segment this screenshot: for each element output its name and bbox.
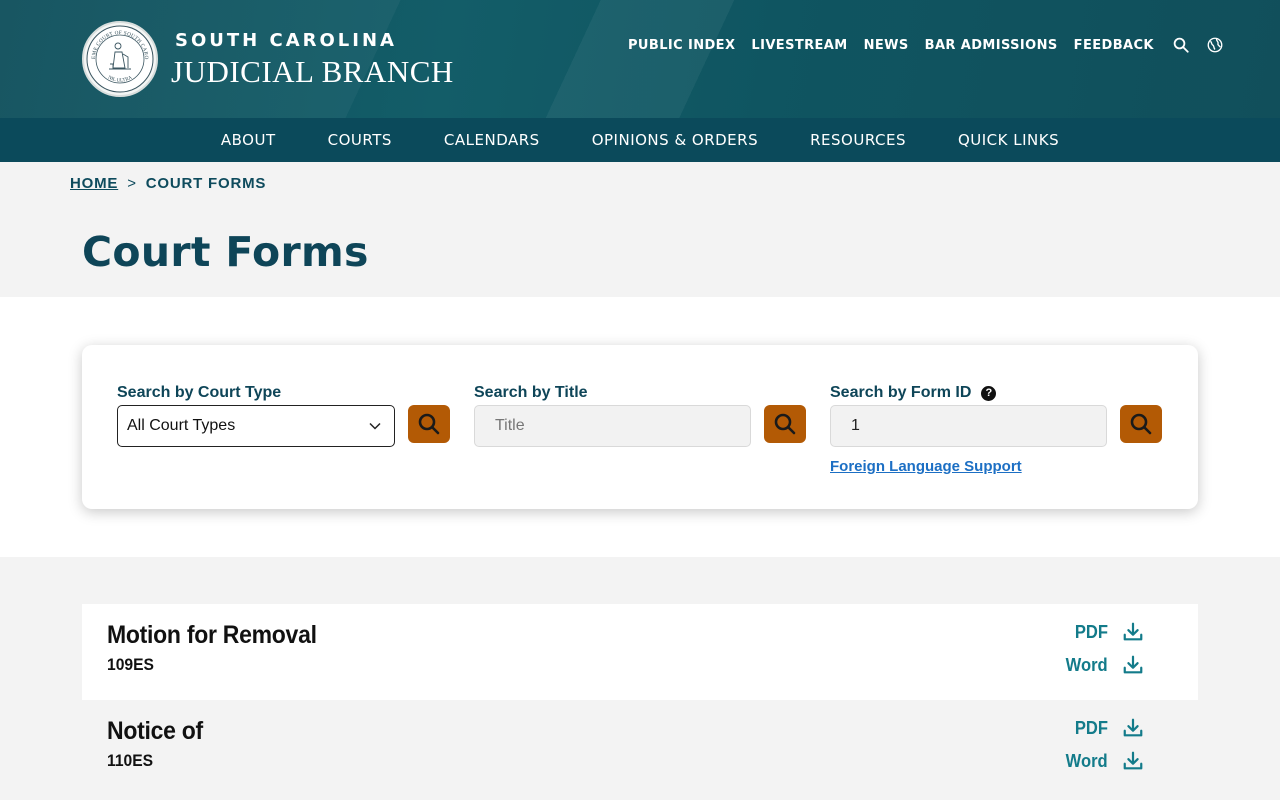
search-icon <box>774 413 796 435</box>
form-id-search-group: Search by Form ID ? <box>830 383 1170 447</box>
nav-about[interactable]: ABOUT <box>221 131 276 149</box>
form-result-row: Motion for Removal 109ES PDF Word <box>82 604 1198 700</box>
download-icon <box>1123 718 1143 737</box>
util-link-livestream[interactable]: LIVESTREAM <box>751 38 847 53</box>
form-id: 109ES <box>107 655 154 674</box>
brand-state-name[interactable]: SOUTH CAROLINA <box>175 30 397 51</box>
form-results-list: Motion for Removal 109ES PDF Word Notice… <box>82 604 1198 796</box>
util-link-news[interactable]: NEWS <box>864 38 909 53</box>
breadcrumb-current: COURT FORMS <box>145 175 267 192</box>
court-type-label: Search by Court Type <box>117 384 282 401</box>
main-nav: ABOUT COURTS CALENDARS OPINIONS & ORDERS… <box>0 118 1280 162</box>
nav-resources[interactable]: RESOURCES <box>810 131 906 149</box>
chevron-down-icon <box>369 422 381 430</box>
nav-courts[interactable]: COURTS <box>328 131 392 149</box>
court-type-group: Search by Court Type All Court Types <box>117 383 457 447</box>
form-result-row: Notice of 110ES PDF Word <box>82 700 1198 796</box>
nav-calendars[interactable]: CALENDARS <box>444 131 540 149</box>
search-icon <box>418 413 440 435</box>
pdf-download-link[interactable]: PDF <box>1072 621 1144 643</box>
title-search-label: Search by Title <box>474 384 588 401</box>
nav-opinions-orders[interactable]: OPINIONS & ORDERS <box>592 131 758 149</box>
word-download-link[interactable]: Word <box>1062 654 1144 676</box>
util-link-public-index[interactable]: PUBLIC INDEX <box>628 38 735 53</box>
title-search-button[interactable] <box>764 405 806 443</box>
download-icon <box>1123 655 1143 674</box>
page-title: Court Forms <box>82 228 369 276</box>
utility-nav: PUBLIC INDEX LIVESTREAM NEWS BAR ADMISSI… <box>628 36 1238 54</box>
search-icon <box>1130 413 1152 435</box>
form-title: Motion for Removal <box>107 621 317 649</box>
pdf-label: PDF <box>1074 717 1108 738</box>
foreign-language-support-link[interactable]: Foreign Language Support <box>830 458 1022 475</box>
court-type-select[interactable]: All Court Types <box>117 405 395 447</box>
judicial-seal-logo[interactable]: SUPREME COURT OF SOUTH CAROLINA NIL ULTR… <box>82 21 158 97</box>
search-icon[interactable] <box>1172 36 1190 54</box>
util-link-feedback[interactable]: FEEDBACK <box>1074 38 1154 53</box>
seal-icon: SUPREME COURT OF SOUTH CAROLINA NIL ULTR… <box>85 24 154 93</box>
form-id-search-input[interactable] <box>830 405 1107 447</box>
search-section: Search by Court Type All Court Types Sea… <box>0 297 1280 557</box>
form-id-search-label: Search by Form ID ? <box>830 383 1170 403</box>
breadcrumb-home-link[interactable]: HOME <box>70 175 118 192</box>
brand-org-name[interactable]: JUDICIAL BRANCH <box>171 54 454 90</box>
pdf-download-link[interactable]: PDF <box>1072 717 1144 739</box>
title-search-input[interactable] <box>474 405 751 447</box>
breadcrumb: HOME > COURT FORMS <box>70 175 266 192</box>
nav-quick-links[interactable]: QUICK LINKS <box>958 131 1059 149</box>
form-id-search-button[interactable] <box>1120 405 1162 443</box>
search-card: Search by Court Type All Court Types Sea… <box>82 345 1198 509</box>
word-label: Word <box>1065 750 1108 771</box>
word-download-link[interactable]: Word <box>1062 750 1144 772</box>
breadcrumb-separator: > <box>127 175 137 192</box>
site-header: SUPREME COURT OF SOUTH CAROLINA NIL ULTR… <box>0 0 1280 118</box>
download-icon <box>1123 622 1143 641</box>
form-id: 110ES <box>107 751 154 770</box>
form-title: Notice of <box>107 717 203 745</box>
court-type-selected-value: All Court Types <box>127 417 236 434</box>
download-icon <box>1123 751 1143 770</box>
globe-icon[interactable] <box>1206 36 1224 54</box>
form-id-label-text: Search by Form ID <box>830 384 972 401</box>
util-link-bar-admissions[interactable]: BAR ADMISSIONS <box>925 38 1058 53</box>
help-icon[interactable]: ? <box>981 385 997 401</box>
word-label: Word <box>1065 654 1108 675</box>
court-type-search-button[interactable] <box>408 405 450 443</box>
title-search-group: Search by Title <box>474 383 814 447</box>
pdf-label: PDF <box>1074 621 1108 642</box>
